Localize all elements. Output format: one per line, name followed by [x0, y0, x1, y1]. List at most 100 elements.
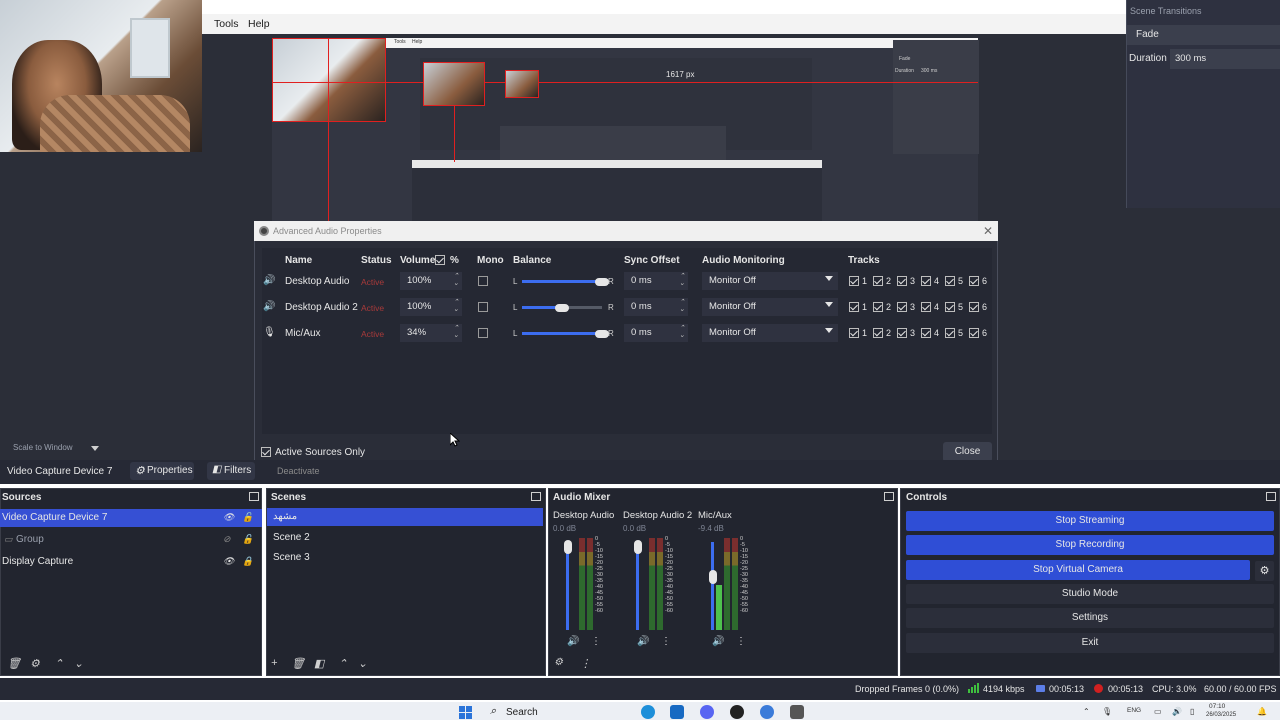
windows-start-icon[interactable] [459, 706, 472, 719]
spin-icon[interactable]: ⌃ ⌄ [453, 273, 459, 287]
track-checkbox[interactable] [849, 302, 859, 312]
battery-icon[interactable]: ▯ [1190, 707, 1194, 716]
source-item[interactable]: Video Capture Device 7 👁 🔓 [0, 509, 262, 527]
track-checkbox[interactable] [921, 302, 931, 312]
undock-icon[interactable] [1266, 492, 1276, 501]
spin-icon[interactable]: ⌃ ⌄ [453, 299, 459, 313]
stop-virtual-camera-button[interactable]: Stop Virtual Camera [906, 560, 1250, 580]
speaker-icon[interactable]: 🔊 [567, 636, 579, 647]
mono-checkbox[interactable] [478, 328, 488, 338]
network-icon[interactable]: ▭ [1154, 707, 1162, 716]
arrow-up-icon[interactable]: ⌃ [338, 657, 347, 670]
speaker-icon[interactable]: 🔊 [637, 636, 649, 647]
track-checkbox[interactable] [945, 276, 955, 286]
monitoring-select[interactable]: Monitor Off [702, 298, 838, 316]
kebab-icon[interactable]: ⋮ [661, 636, 671, 647]
volume-icon[interactable]: 🔊 [1172, 707, 1182, 716]
sync-offset-input[interactable]: 0 ms ⌃ ⌄ [624, 272, 688, 290]
monitoring-select[interactable]: Monitor Off [702, 272, 838, 290]
track-checkbox[interactable] [945, 328, 955, 338]
clock-date[interactable]: 26/03/2025 [1206, 712, 1236, 718]
close-icon[interactable]: ✕ [983, 224, 993, 238]
volume-input[interactable]: 100% ⌃ ⌄ [400, 272, 462, 290]
track-checkbox[interactable] [969, 302, 979, 312]
settings-button[interactable]: Settings [906, 608, 1274, 628]
arrow-down-icon[interactable]: ⌄ [358, 657, 367, 670]
speaker-icon[interactable]: 🔊 [712, 636, 724, 647]
notification-icon[interactable]: 🔔 [1257, 707, 1267, 716]
track-checkbox[interactable] [849, 328, 859, 338]
track-checkbox[interactable] [897, 328, 907, 338]
stop-streaming-button[interactable]: Stop Streaming [906, 511, 1274, 531]
taskbar-search[interactable]: ⌕ Search [484, 705, 624, 720]
settings-app-icon[interactable] [790, 705, 804, 719]
kebab-icon[interactable]: ⋮ [591, 636, 601, 647]
clock-time[interactable]: 07:10 [1209, 703, 1225, 710]
menu-tools[interactable]: Tools [214, 18, 239, 30]
studio-mode-button[interactable]: Studio Mode [906, 584, 1274, 604]
mic-icon[interactable]: 🎙 [263, 327, 276, 338]
track-checkbox[interactable] [969, 328, 979, 338]
unlock-icon[interactable]: 🔓 [242, 512, 253, 523]
trash-icon[interactable]: 🗑 [7, 657, 21, 670]
speaker-icon[interactable]: 🔊 [263, 301, 275, 312]
trash-icon[interactable]: 🗑 [291, 657, 305, 670]
volume-fader-handle[interactable] [564, 540, 572, 554]
scale-select[interactable]: Scale to Window [0, 443, 100, 455]
filter-icon[interactable]: ◧ [314, 657, 324, 670]
volume-input[interactable]: 100% ⌃ ⌄ [400, 298, 462, 316]
tray-chevron-icon[interactable]: ⌃ [1083, 707, 1090, 716]
stop-recording-button[interactable]: Stop Recording [906, 535, 1274, 555]
eye-icon[interactable]: 👁 [223, 556, 234, 567]
track-checkbox[interactable] [873, 302, 883, 312]
mic-icon[interactable]: 🎙 [1102, 707, 1112, 716]
track-checkbox[interactable] [849, 276, 859, 286]
gear-icon[interactable]: ⚙ [30, 657, 40, 670]
arrow-down-icon[interactable]: ⌄ [74, 657, 83, 670]
close-button[interactable]: Close [943, 442, 992, 462]
track-checkbox[interactable] [921, 276, 931, 286]
spin-icon[interactable]: ⌃ ⌄ [679, 273, 685, 287]
gear-link-icon[interactable]: ⚙ [554, 657, 563, 668]
language-indicator[interactable]: ENG [1127, 707, 1141, 714]
balance-slider-handle[interactable] [555, 304, 569, 312]
undock-icon[interactable] [884, 492, 894, 501]
transition-select[interactable]: Fade [1127, 25, 1280, 45]
scene-item[interactable]: Scene 2 [267, 529, 543, 547]
filters-button[interactable]: ◧ Filters [207, 462, 255, 480]
menu-help[interactable]: Help [248, 18, 270, 30]
undock-icon[interactable] [249, 492, 259, 501]
percent-checkbox[interactable] [435, 255, 445, 265]
balance-slider-handle[interactable] [595, 330, 609, 338]
track-checkbox[interactable] [873, 328, 883, 338]
discord-icon[interactable] [700, 705, 714, 719]
mono-checkbox[interactable] [478, 302, 488, 312]
kebab-icon[interactable]: ⋮ [580, 657, 591, 670]
spin-icon[interactable]: ⌃ ⌄ [679, 325, 685, 339]
volume-fader-handle[interactable] [634, 540, 642, 554]
arrow-up-icon[interactable]: ⌃ [54, 657, 63, 670]
chrome-icon[interactable] [760, 705, 774, 719]
plus-icon[interactable]: + [271, 657, 277, 669]
balance-slider-handle[interactable] [595, 278, 609, 286]
undock-icon[interactable] [531, 492, 541, 501]
deactivate-button[interactable]: Deactivate [277, 466, 320, 476]
gear-icon[interactable]: ⚙ [1255, 561, 1274, 581]
edge-icon[interactable] [641, 705, 655, 719]
sync-offset-input[interactable]: 0 ms ⌃ ⌄ [624, 298, 688, 316]
monitoring-select[interactable]: Monitor Off [702, 324, 838, 342]
duration-input[interactable]: 300 ms [1170, 49, 1280, 69]
eye-hidden-icon[interactable]: ⊘ [223, 534, 231, 545]
sync-offset-input[interactable]: 0 ms ⌃ ⌄ [624, 324, 688, 342]
exit-button[interactable]: Exit [906, 633, 1274, 653]
track-checkbox[interactable] [897, 276, 907, 286]
track-checkbox[interactable] [969, 276, 979, 286]
store-icon[interactable] [670, 705, 684, 719]
scene-item[interactable]: Scene 3 [267, 549, 543, 567]
properties-button[interactable]: ⚙ Properties [130, 462, 194, 480]
eye-icon[interactable]: 👁 [223, 512, 234, 523]
mono-checkbox[interactable] [478, 276, 488, 286]
kebab-icon[interactable]: ⋮ [736, 636, 746, 647]
lock-icon[interactable]: 🔒 [242, 556, 253, 567]
source-item-group[interactable]: ▭ Group ⊘ 🔓 [0, 531, 262, 549]
